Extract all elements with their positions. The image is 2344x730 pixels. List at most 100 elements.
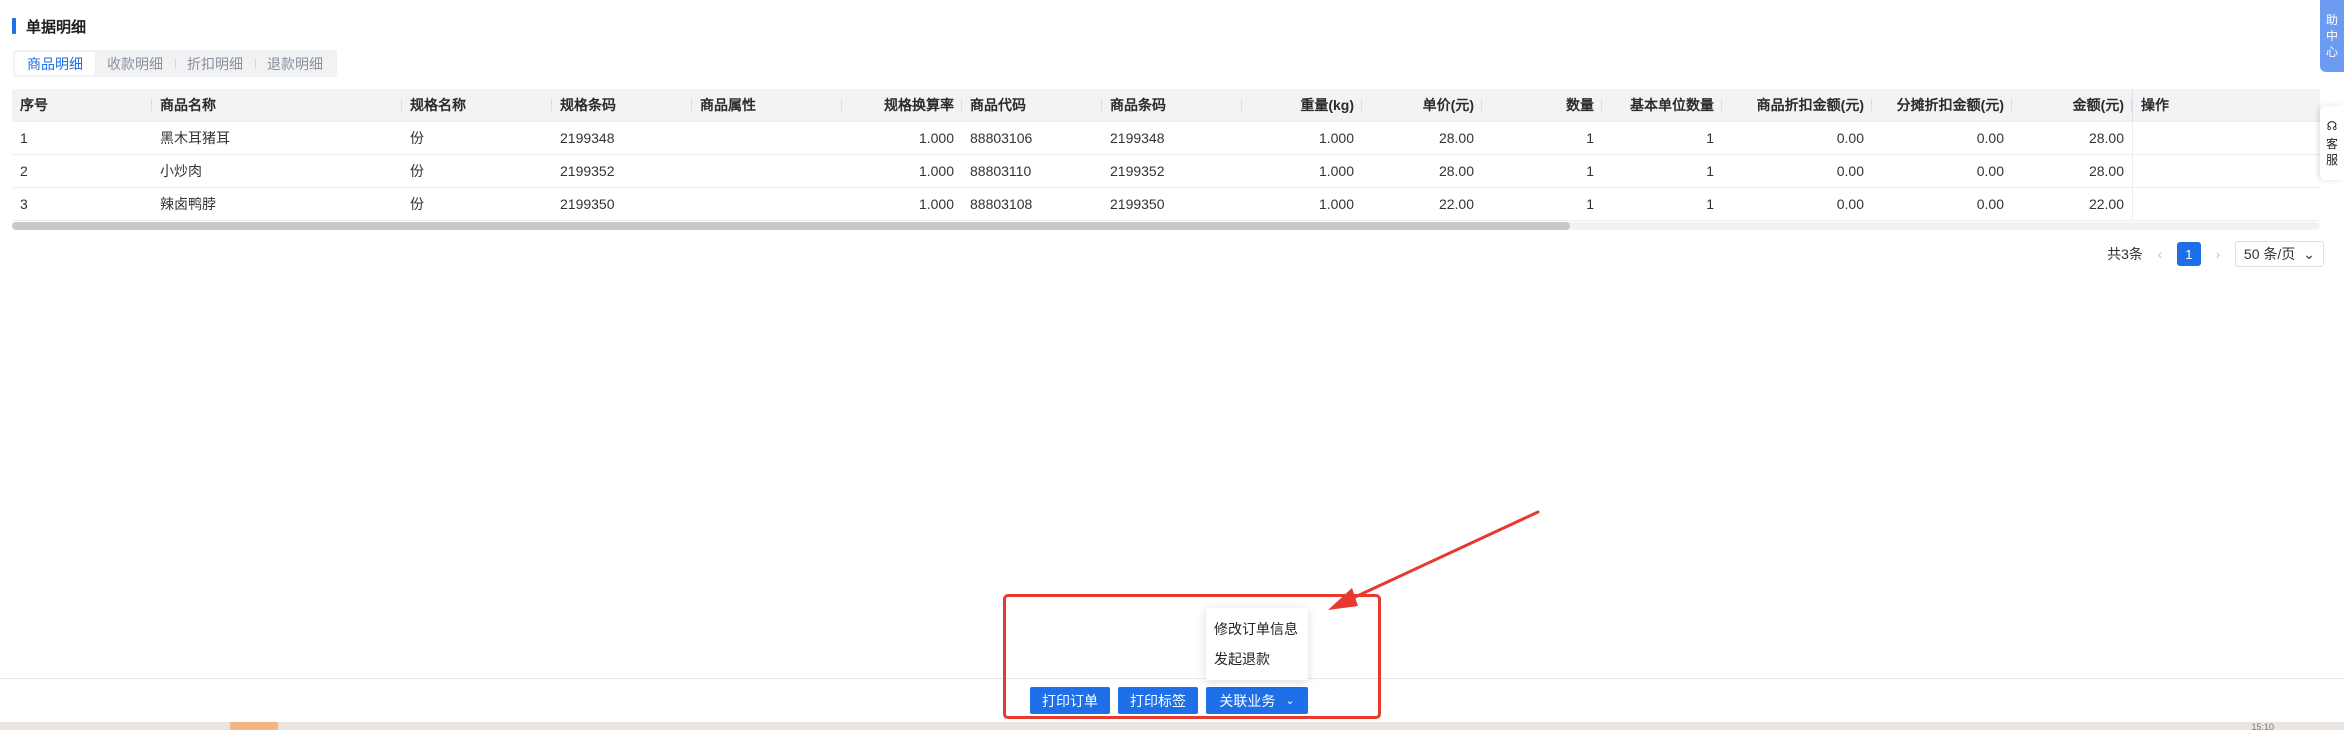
cell-weight: 1.000 [1318, 130, 1354, 146]
page-button-current[interactable]: 1 [2176, 242, 2201, 266]
pagination-total: 共3条 [2107, 246, 2143, 262]
scrollbar-thumb[interactable] [12, 222, 1570, 230]
header-amount: 金额(元) [2012, 89, 2132, 121]
cell-actions[interactable] [2132, 122, 2300, 154]
service-char: 客 [2325, 137, 2338, 151]
table-row: 3 辣卤鸭脖 份 2199350 1.000 88803108 2199350 … [12, 188, 2320, 221]
header-spec-rate: 规格换算率 [842, 89, 962, 121]
title-accent-bar [12, 18, 16, 34]
cell-shared-discount: 0.00 [1976, 130, 2004, 146]
cell-spec-name: 份 [410, 196, 424, 212]
print-label-button[interactable]: 打印标签 [1118, 687, 1198, 714]
header-base-quantity: 基本单位数量 [1602, 89, 1722, 121]
cell-actions[interactable] [2132, 188, 2300, 220]
header-shared-discount: 分摊折扣金额(元) [1872, 89, 2012, 121]
cell-product-discount: 0.00 [1836, 130, 1864, 146]
help-char: 助 [2325, 13, 2338, 27]
cell-product-barcode: 2199350 [1110, 196, 1165, 212]
cell-actions[interactable] [2132, 155, 2300, 187]
cell-index: 2 [20, 163, 28, 179]
cell-base-quantity: 1 [1706, 130, 1714, 146]
cell-spec-barcode: 2199352 [560, 163, 615, 179]
header-actions: 操作 [2132, 89, 2300, 121]
clock-text: 15:10 [2251, 722, 2274, 730]
product-table: 序号 商品名称 规格名称 规格条码 商品属性 规格换算率 商品代码 商品条码 重… [12, 89, 2320, 221]
cell-weight: 1.000 [1318, 163, 1354, 179]
table-row: 1 黑木耳猪耳 份 2199348 1.000 88803106 2199348… [12, 122, 2320, 155]
cell-spec-barcode: 2199348 [560, 130, 615, 146]
tab-refund-detail[interactable]: 退款明细 [255, 52, 335, 75]
cell-product-discount: 0.00 [1836, 196, 1864, 212]
tab-product-detail[interactable]: 商品明细 [15, 52, 95, 75]
header-unit-price: 单价(元) [1362, 89, 1482, 121]
cell-spec-rate: 1.000 [918, 130, 954, 146]
cell-spec-name: 份 [410, 130, 424, 146]
cell-product-code: 88803108 [970, 196, 1033, 212]
related-business-button[interactable]: 关联业务 ⌄ [1206, 687, 1308, 714]
cell-index: 1 [20, 130, 28, 146]
cell-amount: 28.00 [2088, 163, 2124, 179]
header-index: 序号 [12, 89, 152, 121]
cell-amount: 28.00 [2088, 130, 2124, 146]
help-center-tab[interactable]: 助 中 心 [2320, 0, 2344, 72]
horizontal-scrollbar[interactable] [12, 222, 2320, 230]
header-spec-barcode: 规格条码 [552, 89, 692, 121]
chevron-down-icon: ⌄ [1285, 695, 1295, 707]
cell-quantity: 1 [1586, 130, 1594, 146]
section-title-text: 单据明细 [26, 18, 87, 36]
help-char: 心 [2325, 45, 2338, 59]
cell-unit-price: 28.00 [1438, 130, 1474, 146]
cell-spec-rate: 1.000 [918, 196, 954, 212]
cell-product-name: 黑木耳猪耳 [160, 130, 230, 146]
related-business-label: 关联业务 [1219, 692, 1276, 709]
prev-page-icon[interactable]: ‹ [2153, 246, 2167, 262]
header-product-discount: 商品折扣金额(元) [1722, 89, 1872, 121]
next-page-icon[interactable]: › [2211, 246, 2225, 262]
headset-icon: ☊ [2326, 119, 2338, 133]
cell-product-attr [692, 155, 842, 187]
related-business-menu: 修改订单信息 发起退款 [1206, 608, 1308, 680]
cell-product-barcode: 2199352 [1110, 163, 1165, 179]
cell-index: 3 [20, 196, 28, 212]
header-product-barcode: 商品条码 [1102, 89, 1242, 121]
section-title: 单据明细 [12, 16, 86, 36]
cell-product-code: 88803106 [970, 130, 1033, 146]
menu-item-initiate-refund[interactable]: 发起退款 [1206, 644, 1308, 674]
cell-quantity: 1 [1586, 196, 1594, 212]
taskbar-app-tile [230, 722, 278, 730]
cell-shared-discount: 0.00 [1976, 196, 2004, 212]
cell-product-code: 88803110 [970, 163, 1032, 179]
detail-tabs: 商品明细 收款明细 折扣明细 退款明细 [13, 50, 337, 77]
header-weight: 重量(kg) [1242, 89, 1362, 121]
cell-amount: 22.00 [2088, 196, 2124, 212]
tab-discount-detail[interactable]: 折扣明细 [175, 52, 255, 75]
cell-product-name: 辣卤鸭脖 [160, 196, 216, 212]
customer-service-tab[interactable]: ☊ 客 服 [2320, 106, 2344, 180]
header-quantity: 数量 [1482, 89, 1602, 121]
cell-product-discount: 0.00 [1836, 163, 1864, 179]
table-header: 序号 商品名称 规格名称 规格条码 商品属性 规格换算率 商品代码 商品条码 重… [12, 89, 2320, 122]
tab-payment-detail[interactable]: 收款明细 [95, 52, 175, 75]
menu-item-edit-order[interactable]: 修改订单信息 [1206, 614, 1308, 644]
header-product-code: 商品代码 [962, 89, 1102, 121]
table-row: 2 小炒肉 份 2199352 1.000 88803110 2199352 1… [12, 155, 2320, 188]
header-product-name: 商品名称 [152, 89, 402, 121]
cell-product-attr [692, 122, 842, 154]
cell-base-quantity: 1 [1706, 196, 1714, 212]
cell-unit-price: 28.00 [1438, 163, 1474, 179]
header-spec-name: 规格名称 [402, 89, 552, 121]
cell-product-attr [692, 188, 842, 220]
print-order-button[interactable]: 打印订单 [1030, 687, 1110, 714]
bottom-taskbar-strip [0, 722, 2344, 730]
page-size-select[interactable]: 50 条/页 ⌄ [2234, 241, 2324, 267]
header-product-attr: 商品属性 [692, 89, 842, 121]
cell-product-barcode: 2199348 [1110, 130, 1165, 146]
cell-unit-price: 22.00 [1438, 196, 1474, 212]
cell-product-name: 小炒肉 [160, 163, 202, 179]
cell-quantity: 1 [1586, 163, 1594, 179]
cell-weight: 1.000 [1318, 196, 1354, 212]
page-size-value: 50 条/页 [2243, 246, 2296, 262]
help-char: 中 [2325, 29, 2338, 43]
pagination: 共3条 ‹ 1 › 50 条/页 ⌄ [2107, 241, 2324, 267]
cell-base-quantity: 1 [1706, 163, 1714, 179]
